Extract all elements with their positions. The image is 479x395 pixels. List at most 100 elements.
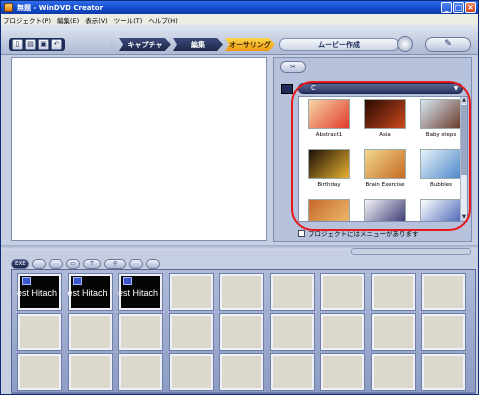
maximize-button[interactable]: □ bbox=[453, 2, 464, 13]
storyboard-slot[interactable]: est Hitach bbox=[67, 273, 113, 311]
template-preview-image bbox=[364, 199, 406, 221]
menu-help[interactable]: ヘルプ(H) bbox=[148, 15, 177, 25]
storyboard-slot[interactable] bbox=[219, 273, 264, 311]
storyboard-slot[interactable] bbox=[269, 353, 315, 391]
storyboard-button-4[interactable]: ▭ bbox=[66, 259, 80, 269]
menu-edit[interactable]: 編集(E) bbox=[57, 15, 79, 25]
storyboard-slot[interactable] bbox=[421, 313, 466, 351]
file-buttons: ▯ ▤ ▣ ↶ bbox=[9, 38, 65, 51]
storyboard-zoom-button[interactable]: ⚲ bbox=[104, 259, 126, 269]
preview-area[interactable] bbox=[11, 57, 267, 241]
storyboard-slot[interactable] bbox=[168, 313, 214, 351]
storyboard-slot[interactable] bbox=[320, 273, 365, 311]
combo-value: C bbox=[311, 84, 316, 92]
stage-authoring[interactable]: オーサリング bbox=[225, 38, 275, 51]
template-category-select[interactable]: C ▼ bbox=[298, 83, 463, 94]
scroll-thumb[interactable] bbox=[461, 105, 467, 175]
chevron-down-icon[interactable]: ▼ bbox=[452, 85, 460, 92]
disc-icon[interactable] bbox=[397, 36, 413, 52]
template-thumbnail[interactable] bbox=[303, 199, 355, 221]
template-thumbnail[interactable]: Abstract1 bbox=[303, 99, 355, 145]
storyboard-slot[interactable] bbox=[421, 273, 466, 311]
template-preview-image bbox=[420, 99, 462, 129]
has-menu-checkbox[interactable] bbox=[298, 229, 305, 237]
storyboard-slot[interactable]: est Hitach bbox=[118, 273, 163, 311]
window-title: 無題 - WinDVD Creator bbox=[17, 3, 104, 12]
has-menu-label: プロジェクトにはメニューがあります bbox=[308, 230, 419, 238]
template-preview-image bbox=[308, 199, 350, 221]
template-thumbnail[interactable]: Birthday bbox=[303, 149, 355, 195]
save-icon[interactable]: ▣ bbox=[38, 39, 49, 50]
stage-edit[interactable]: 編集 bbox=[173, 38, 223, 51]
help-edit-icon[interactable]: ✎ bbox=[425, 37, 471, 52]
storyboard-slot[interactable] bbox=[269, 273, 315, 311]
scroll-down-icon[interactable]: ▼ bbox=[461, 214, 467, 221]
panel-tab-icon[interactable]: ✂ bbox=[280, 61, 306, 73]
close-button[interactable]: × bbox=[465, 2, 476, 13]
menu-bar: プロジェクト(P) 編集(E) 表示(V) ツール(T) ヘルプ(H) bbox=[1, 14, 478, 25]
storyboard-slot[interactable] bbox=[168, 273, 214, 311]
storyboard-slot[interactable] bbox=[370, 353, 416, 391]
template-preview-image bbox=[420, 149, 462, 179]
template-thumbnail[interactable]: Asia bbox=[359, 99, 411, 145]
storyboard-slot[interactable] bbox=[320, 353, 365, 391]
menu-project[interactable]: プロジェクト(P) bbox=[3, 15, 51, 25]
storyboard-slot[interactable]: est Hitach bbox=[17, 273, 62, 311]
template-thumbnail-list: Abstract1 Asia Baby steps Birthday Brain Exe… bbox=[298, 96, 468, 222]
storyboard: est Hitach est Hitach est Hitach bbox=[11, 269, 476, 393]
monitor-icon bbox=[281, 84, 293, 94]
clip-type-icon bbox=[72, 277, 82, 285]
app-icon bbox=[4, 3, 13, 12]
storyboard-button-7[interactable] bbox=[129, 259, 143, 269]
template-caption: Asia bbox=[379, 132, 391, 138]
storyboard-exe-button[interactable]: EXE bbox=[11, 259, 29, 269]
template-preview-image bbox=[308, 149, 350, 179]
main-toolbar: ▯ ▤ ▣ ↶ ➤ キャプチャ 編集 オーサリング ムービー作成 ✎ bbox=[1, 25, 478, 55]
template-thumbnail[interactable]: Brain Exercise bbox=[359, 149, 411, 195]
scroll-up-icon[interactable]: ▲ bbox=[461, 97, 467, 104]
divider-grip[interactable] bbox=[351, 248, 471, 255]
storyboard-button-2[interactable] bbox=[32, 259, 46, 269]
storyboard-slot[interactable] bbox=[118, 353, 163, 391]
clip-title: est Hitach bbox=[118, 288, 159, 298]
template-preview-image bbox=[364, 149, 406, 179]
storyboard-slot[interactable] bbox=[17, 313, 62, 351]
app-window: 無題 - WinDVD Creator _ □ × プロジェクト(P) 編集(E… bbox=[0, 0, 479, 395]
storyboard-slot[interactable] bbox=[118, 313, 163, 351]
storyboard-slot[interactable] bbox=[320, 313, 365, 351]
storyboard-slot[interactable] bbox=[219, 353, 264, 391]
storyboard-slot[interactable] bbox=[67, 353, 113, 391]
menu-tools[interactable]: ツール(T) bbox=[114, 15, 143, 25]
menu-view[interactable]: 表示(V) bbox=[85, 15, 108, 25]
storyboard-slot[interactable] bbox=[370, 313, 416, 351]
storyboard-slot[interactable] bbox=[421, 353, 466, 391]
menu-template-panel: ✂ C ▼ Abstract1 Asia Baby steps Birthday Bra… bbox=[273, 57, 472, 242]
workflow-arrow-icon: ➤ bbox=[107, 37, 117, 50]
template-thumbnail[interactable] bbox=[359, 199, 411, 221]
minimize-button[interactable]: _ bbox=[441, 2, 452, 13]
storyboard-slot[interactable] bbox=[17, 353, 62, 391]
stage-capture[interactable]: キャプチャ bbox=[119, 38, 171, 51]
storyboard-slot[interactable] bbox=[269, 313, 315, 351]
clip-type-icon bbox=[22, 277, 31, 285]
template-preview-image bbox=[308, 99, 350, 129]
storyboard-slot[interactable] bbox=[168, 353, 214, 391]
storyboard-button-8[interactable] bbox=[146, 259, 160, 269]
new-icon[interactable]: ▯ bbox=[12, 39, 23, 50]
open-icon[interactable]: ▤ bbox=[25, 39, 36, 50]
template-preview-image bbox=[364, 99, 406, 129]
storyboard-text-button[interactable]: T bbox=[83, 259, 101, 269]
storyboard-slot[interactable] bbox=[370, 273, 416, 311]
undo-icon[interactable]: ↶ bbox=[51, 39, 62, 50]
template-caption: Abstract1 bbox=[315, 132, 343, 138]
template-preview-image bbox=[420, 199, 462, 221]
storyboard-slot[interactable] bbox=[219, 313, 264, 351]
make-movie-button[interactable]: ムービー作成 bbox=[279, 38, 399, 51]
clip-title: est Hitach bbox=[67, 288, 108, 298]
vertical-scrollbar[interactable]: ▲ ▼ bbox=[460, 97, 467, 221]
window-controls: _ □ × bbox=[441, 2, 476, 13]
storyboard-slot[interactable] bbox=[67, 313, 113, 351]
title-bar[interactable]: 無題 - WinDVD Creator _ □ × bbox=[1, 1, 478, 14]
clip-title: est Hitach bbox=[17, 288, 58, 298]
storyboard-button-3[interactable] bbox=[49, 259, 63, 269]
